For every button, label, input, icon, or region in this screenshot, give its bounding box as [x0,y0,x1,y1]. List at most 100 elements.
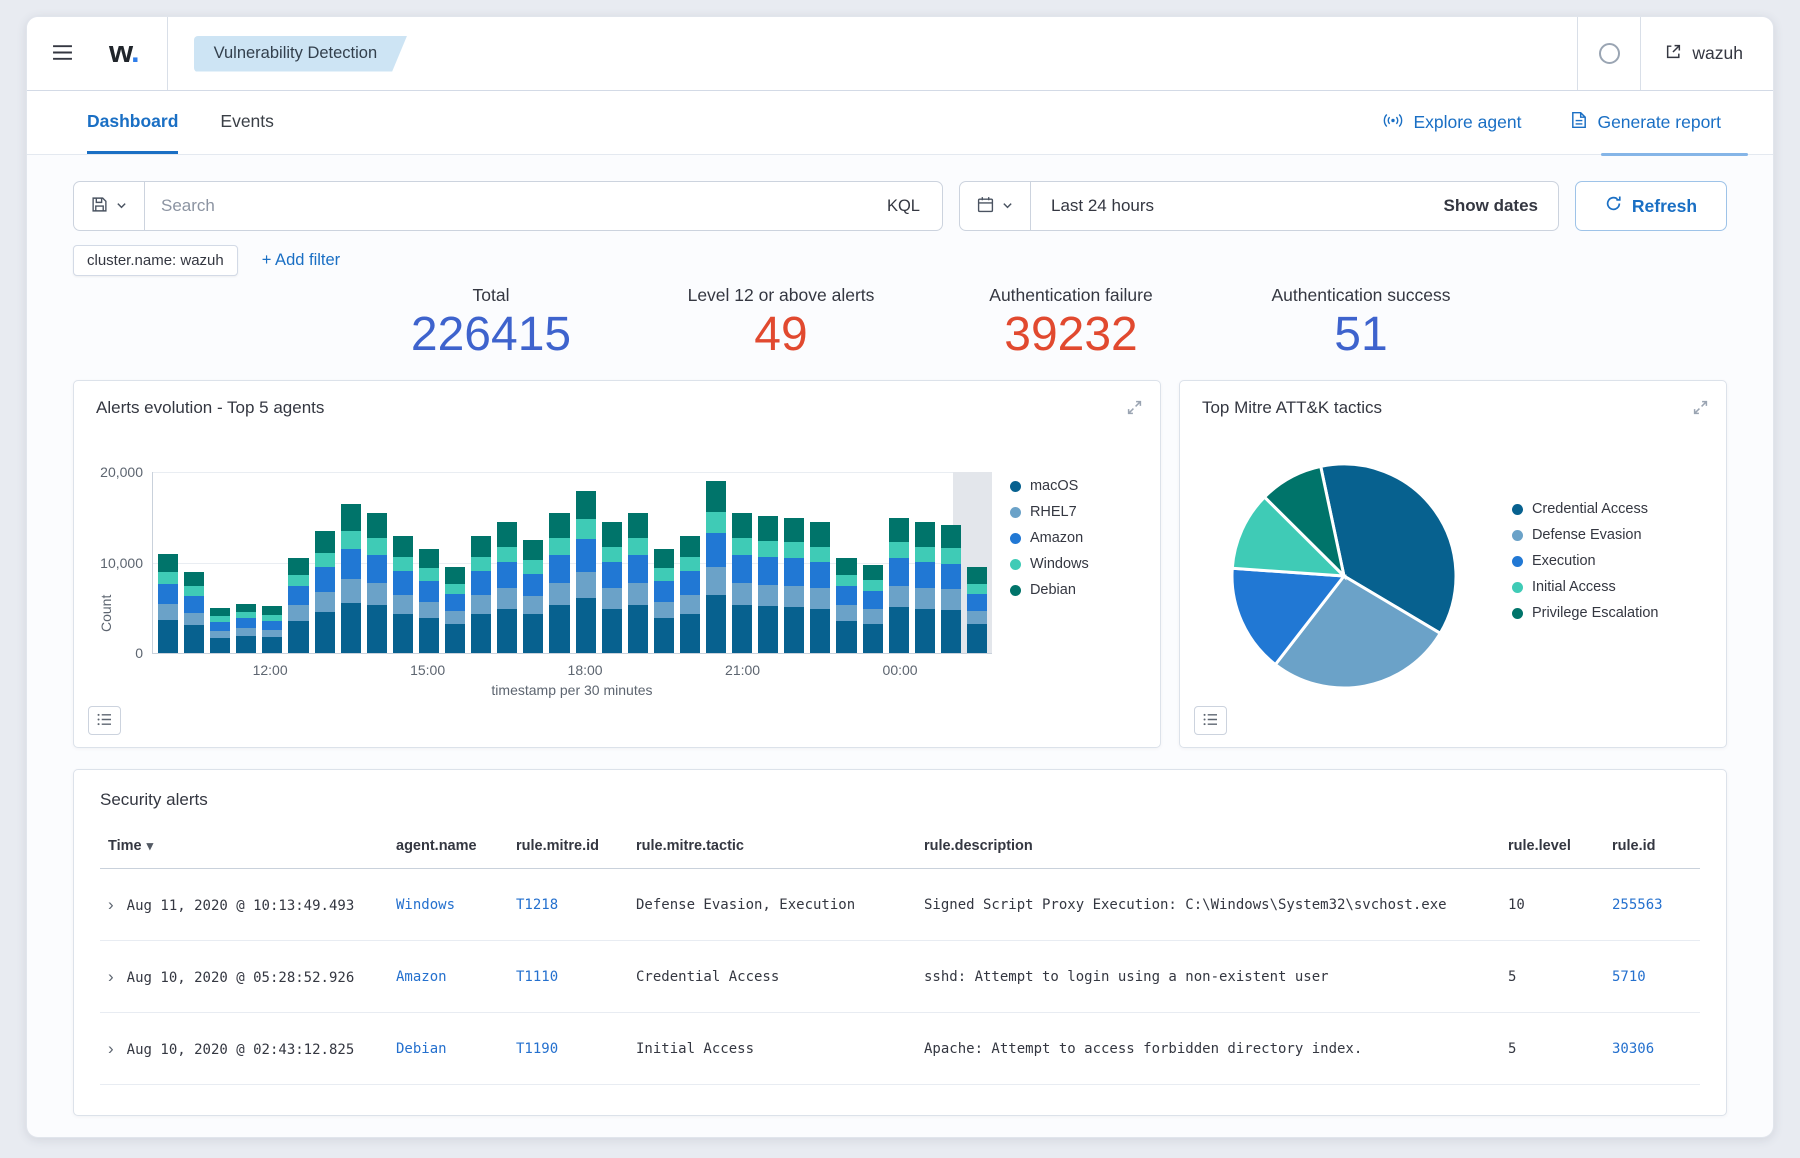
bar[interactable] [680,472,700,653]
legend-item[interactable]: Defense Evasion [1512,527,1659,543]
legend-label: Initial Access [1532,579,1616,595]
stats-row: Total 226415 Level 12 or above alerts 49… [346,285,1727,360]
bar[interactable] [941,472,961,653]
kql-selector[interactable]: KQL [865,197,942,216]
bar[interactable] [341,472,361,653]
search-box: KQL [73,181,943,231]
bar[interactable] [367,472,387,653]
saved-queries-button[interactable] [74,182,145,230]
legend-item[interactable]: Initial Access [1512,579,1659,595]
rule-id-link[interactable]: 30306 [1612,1041,1654,1057]
bar[interactable] [419,472,439,653]
bar-legend: macOS RHEL7 Amazon Windows Debian [1010,472,1142,698]
calendar-button[interactable] [960,182,1031,230]
add-filter-button[interactable]: + Add filter [256,250,346,271]
bar[interactable] [549,472,569,653]
bar[interactable] [262,472,282,653]
legend-item[interactable]: Credential Access [1512,501,1659,517]
column-header-time[interactable]: Time▾ [100,830,388,869]
bar-segment [915,609,935,653]
bar[interactable] [915,472,935,653]
bar[interactable] [863,472,883,653]
bar[interactable] [967,472,987,653]
expand-panel-button[interactable] [1125,398,1144,420]
bar[interactable] [732,472,752,653]
bar[interactable] [810,472,830,653]
bar[interactable] [836,472,856,653]
explore-agent-button[interactable]: Explore agent [1377,111,1527,135]
filter-pill[interactable]: cluster.name: wazuh [73,245,238,276]
status-ring-button[interactable] [1578,17,1640,90]
legend-item[interactable]: RHEL7 [1010,504,1142,520]
table-row: ›Aug 10, 2020 @ 02:43:12.825 Debian T119… [100,1013,1700,1085]
open-wazuh-button[interactable]: wazuh [1641,17,1773,90]
column-header-rule-id[interactable]: rule.id [1604,830,1700,869]
bar-segment [784,586,804,608]
column-header-rule-mitre-id[interactable]: rule.mitre.id [508,830,628,869]
agent-link[interactable]: Amazon [396,969,447,985]
legend-toggle-button[interactable] [88,706,121,735]
bar[interactable] [210,472,230,653]
legend-dot-icon [1010,481,1021,492]
column-header-rule-level[interactable]: rule.level [1500,830,1604,869]
time-range-value[interactable]: Last 24 hours [1031,196,1174,216]
bar-segment [315,531,335,553]
legend-item[interactable]: Amazon [1010,530,1142,546]
bar[interactable] [393,472,413,653]
bar[interactable] [288,472,308,653]
column-header-rule-mitre-tactic[interactable]: rule.mitre.tactic [628,830,916,869]
tab-dashboard[interactable]: Dashboard [87,91,178,154]
rule-id-link[interactable]: 255563 [1612,897,1663,913]
expand-row-icon[interactable]: › [108,1039,114,1059]
legend-item[interactable]: macOS [1010,478,1142,494]
legend-item[interactable]: Execution [1512,553,1659,569]
tab-events[interactable]: Events [220,91,274,154]
column-header-agent-name[interactable]: agent.name [388,830,508,869]
bar[interactable] [706,472,726,653]
generate-report-button[interactable]: Generate report [1565,110,1727,135]
bar-segment [262,606,282,615]
search-input[interactable] [145,196,865,216]
column-header-rule-description[interactable]: rule.description [916,830,1500,869]
legend-dot-icon [1512,608,1523,619]
bar[interactable] [576,472,596,653]
bar[interactable] [184,472,204,653]
bar-segment [341,579,361,603]
mitre-id-link[interactable]: T1218 [516,897,558,913]
legend-item[interactable]: Debian [1010,582,1142,598]
legend-item[interactable]: Windows [1010,556,1142,572]
bar[interactable] [158,472,178,653]
bar-segment [941,564,961,589]
agent-link[interactable]: Debian [396,1041,447,1057]
bar[interactable] [471,472,491,653]
show-dates-button[interactable]: Show dates [1424,196,1558,216]
bar[interactable] [758,472,778,653]
refresh-button[interactable]: Refresh [1575,181,1727,231]
legend-toggle-button[interactable] [1194,706,1227,735]
bar[interactable] [497,472,517,653]
bar-segment [784,542,804,558]
spacer [316,91,1340,154]
expand-row-icon[interactable]: › [108,967,114,987]
bar[interactable] [445,472,465,653]
breadcrumb[interactable]: Vulnerability Detection [194,36,408,72]
agent-link[interactable]: Windows [396,897,455,913]
menu-button[interactable] [27,17,97,90]
bar[interactable] [523,472,543,653]
bar[interactable] [236,472,256,653]
mitre-id-link[interactable]: T1190 [516,1041,558,1057]
bar[interactable] [784,472,804,653]
bar[interactable] [889,472,909,653]
bar[interactable] [628,472,648,653]
bar[interactable] [602,472,622,653]
expand-panel-button[interactable] [1691,398,1710,420]
mitre-id-link[interactable]: T1110 [516,969,558,985]
bar[interactable] [654,472,674,653]
bar[interactable] [315,472,335,653]
report-document-icon [1571,111,1587,134]
rule-id-link[interactable]: 5710 [1612,969,1646,985]
wazuh-logo[interactable]: w. [97,34,167,74]
bar-segment [602,562,622,588]
expand-row-icon[interactable]: › [108,895,114,915]
legend-item[interactable]: Privilege Escalation [1512,605,1659,621]
